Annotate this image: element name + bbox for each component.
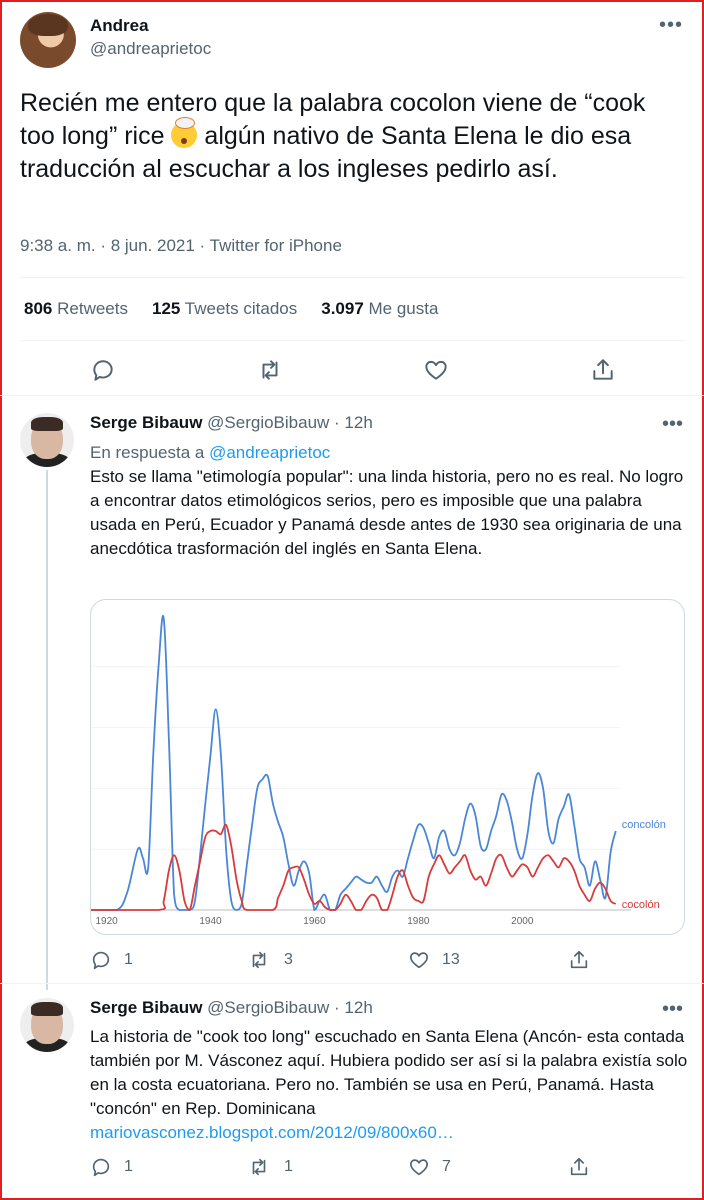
retweets-count: 806 [24, 299, 53, 318]
reply-actions: 1 1 7 [90, 1156, 620, 1180]
author-handle-time[interactable]: @SergioBibauw · 12h [207, 998, 373, 1017]
retweets-label: Retweets [57, 299, 128, 318]
tweet-text: Recién me entero que la palabra cocolon … [20, 87, 685, 186]
retweets-stat[interactable]: 806 Retweets [24, 299, 128, 319]
reply-actions: 1 3 13 [90, 949, 620, 973]
chart-svg: 1920 1940 1960 1980 2000 concolón cocolón [91, 615, 666, 927]
like-count: 13 [442, 951, 460, 968]
like-icon[interactable] [408, 949, 430, 971]
in-reply-prefix: En respuesta a [90, 443, 210, 462]
chart-series-line-1 [91, 823, 617, 911]
reply-text: Esto se llama "etimología popular": una … [90, 467, 684, 558]
in-reply-to: En respuesta a @andreaprietoc [90, 441, 690, 465]
quotes-label: Tweets citados [184, 299, 298, 318]
retweet-count: 1 [284, 1158, 293, 1175]
quotes-stat[interactable]: 125 Tweets citados [152, 299, 297, 319]
likes-label: Me gusta [368, 299, 439, 318]
retweet-icon[interactable] [248, 1156, 270, 1178]
chart-x-tick-label: 1980 [407, 916, 430, 927]
author-handle-time[interactable]: @SergioBibauw · 12h [207, 413, 373, 432]
share-icon[interactable] [568, 949, 590, 971]
like-icon[interactable] [423, 357, 449, 383]
likes-count: 3.097 [321, 299, 364, 318]
divider [0, 983, 704, 984]
tweet-meta[interactable]: 9:38 a. m. · 8 jun. 2021 · Twitter for i… [20, 236, 342, 256]
likes-stat[interactable]: 3.097 Me gusta [321, 299, 438, 319]
reply-count: 1 [124, 1158, 133, 1175]
reply-header: Serge Bibauw @SergioBibauw · 12h [90, 413, 373, 433]
retweet-icon[interactable] [248, 949, 270, 971]
more-icon[interactable]: ••• [662, 413, 683, 436]
reply-tweet: Serge Bibauw @SergioBibauw · 12h ••• En … [20, 413, 685, 973]
avatar[interactable] [20, 413, 74, 467]
blog-link[interactable]: mariovasconez.blogspot.com/2012/09/800x6… [90, 1123, 454, 1142]
chart-series-label-0: concolón [622, 819, 666, 831]
avatar[interactable] [20, 12, 76, 68]
retweet-count: 3 [284, 951, 293, 968]
reply-icon[interactable] [90, 357, 116, 383]
chart-series-label-1: cocolón [622, 899, 660, 911]
more-icon[interactable]: ••• [659, 14, 683, 37]
quotes-count: 125 [151, 299, 181, 318]
chart-image[interactable]: 1920 1940 1960 1980 2000 concolón cocolón [90, 599, 685, 935]
divider [0, 395, 704, 396]
author-name[interactable]: Serge Bibauw [90, 998, 202, 1017]
more-icon[interactable]: ••• [662, 998, 683, 1021]
author-handle[interactable]: @andreaprietoc [90, 39, 211, 59]
chart-x-tick-label: 1960 [303, 916, 326, 927]
retweet-icon[interactable] [257, 357, 283, 383]
reply-count: 1 [124, 951, 133, 968]
like-count: 7 [442, 1158, 451, 1175]
divider [20, 340, 685, 341]
reply-text-body: La historia de "cook too long" escuchado… [90, 1027, 688, 1118]
divider [20, 277, 685, 278]
mind-blown-emoji [171, 117, 198, 148]
reply-icon[interactable] [90, 1156, 112, 1178]
chart-x-tick-label: 2000 [511, 916, 534, 927]
reply-tweet: Serge Bibauw @SergioBibauw · 12h ••• La … [20, 998, 687, 1193]
like-icon[interactable] [408, 1156, 430, 1178]
share-icon[interactable] [590, 357, 616, 383]
avatar[interactable] [20, 998, 74, 1052]
chart-x-tick-label: 1920 [95, 916, 118, 927]
reply-header: Serge Bibauw @SergioBibauw · 12h [90, 998, 373, 1018]
reply-text: La historia de "cook too long" escuchado… [90, 1025, 690, 1145]
author-name[interactable]: Andrea [90, 16, 149, 36]
chart-x-tick-label: 1940 [199, 916, 222, 927]
author-name[interactable]: Serge Bibauw [90, 413, 202, 432]
in-reply-handle-link[interactable]: @andreaprietoc [209, 443, 330, 462]
reply-icon[interactable] [90, 949, 112, 971]
tweet-stats: 806 Retweets 125 Tweets citados 3.097 Me… [24, 299, 438, 319]
share-icon[interactable] [568, 1156, 590, 1178]
tweet-actions [20, 355, 685, 385]
